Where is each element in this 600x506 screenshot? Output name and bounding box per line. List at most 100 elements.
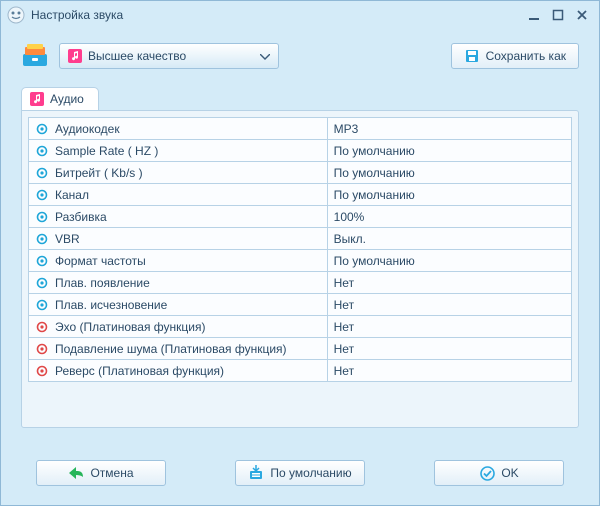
save-as-label: Сохранить как: [486, 49, 566, 63]
setting-value: Нет: [334, 364, 354, 378]
table-row: Плав. появление Нет: [29, 272, 572, 294]
setting-value: По умолчанию: [334, 254, 415, 268]
setting-value: Нет: [334, 320, 354, 334]
setting-value-cell[interactable]: Нет: [327, 338, 571, 360]
setting-label-cell: Формат частоты: [29, 250, 328, 272]
cancel-button[interactable]: Отмена: [36, 460, 166, 486]
echo-icon: [35, 320, 49, 334]
setting-value: По умолчанию: [334, 144, 415, 158]
setting-label: Канал: [55, 188, 89, 202]
maximize-button[interactable]: [547, 6, 569, 24]
settings-table: Аудиокодек MP3 Sample Rate ( HZ ) По умолча…: [28, 117, 572, 382]
window-title: Настройка звука: [31, 8, 521, 22]
fadein-icon: [35, 276, 49, 290]
setting-value-cell[interactable]: Нет: [327, 316, 571, 338]
setting-label-cell: Разбивка: [29, 206, 328, 228]
chevron-down-icon: [260, 47, 270, 65]
setting-label: Sample Rate ( HZ ): [55, 144, 158, 158]
setting-label: Плав. исчезновение: [55, 298, 167, 312]
tab-audio-label: Аудио: [50, 92, 84, 106]
channel-icon: [35, 188, 49, 202]
setting-value: MP3: [334, 122, 359, 136]
table-row: Битрейт ( Kb/s ) По умолчанию: [29, 162, 572, 184]
denoise-icon: [35, 342, 49, 356]
music-note-icon: [30, 92, 44, 106]
table-row: Формат частоты По умолчанию: [29, 250, 572, 272]
back-arrow-icon: [68, 465, 84, 481]
setting-label-cell: Эхо (Платиновая функция): [29, 316, 328, 338]
setting-label-cell: Канал: [29, 184, 328, 206]
setting-value: Выкл.: [334, 232, 366, 246]
codec-icon: [35, 122, 49, 136]
setting-value: Нет: [334, 342, 354, 356]
setting-value-cell[interactable]: По умолчанию: [327, 140, 571, 162]
close-button[interactable]: [571, 6, 593, 24]
setting-value-cell[interactable]: Нет: [327, 272, 571, 294]
table-row: Эхо (Платиновая функция) Нет: [29, 316, 572, 338]
table-row: Аудиокодек MP3: [29, 118, 572, 140]
cancel-label: Отмена: [90, 466, 133, 480]
default-label: По умолчанию: [270, 466, 351, 480]
table-row: Канал По умолчанию: [29, 184, 572, 206]
setting-value: Нет: [334, 276, 354, 290]
setting-label-cell: Аудиокодек: [29, 118, 328, 140]
setting-label: Аудиокодек: [55, 122, 120, 136]
reverse-icon: [35, 364, 49, 378]
table-row: VBR Выкл.: [29, 228, 572, 250]
table-row: Разбивка 100%: [29, 206, 572, 228]
default-button[interactable]: По умолчанию: [235, 460, 365, 486]
setting-value-cell[interactable]: MP3: [327, 118, 571, 140]
setting-value-cell[interactable]: Нет: [327, 360, 571, 382]
setting-label: VBR: [55, 232, 80, 246]
setting-label-cell: Реверс (Платиновая функция): [29, 360, 328, 382]
format-icon: [35, 254, 49, 268]
table-row: Sample Rate ( HZ ) По умолчанию: [29, 140, 572, 162]
setting-value-cell[interactable]: По умолчанию: [327, 250, 571, 272]
setting-label: Реверс (Платиновая функция): [55, 364, 224, 378]
quality-preset-label: Высшее качество: [88, 49, 186, 63]
setting-label: Разбивка: [55, 210, 107, 224]
setting-value-cell[interactable]: Нет: [327, 294, 571, 316]
setting-label: Формат частоты: [55, 254, 146, 268]
save-icon: [464, 48, 480, 64]
setting-label: Подавление шума (Платиновая функция): [55, 342, 287, 356]
setting-value: Нет: [334, 298, 354, 312]
setting-value-cell[interactable]: 100%: [327, 206, 571, 228]
setting-value-cell[interactable]: По умолчанию: [327, 184, 571, 206]
fadeout-icon: [35, 298, 49, 312]
rate-icon: [35, 144, 49, 158]
settings-panel: Аудиокодек MP3 Sample Rate ( HZ ) По умолча…: [21, 110, 579, 428]
setting-label-cell: Плав. исчезновение: [29, 294, 328, 316]
table-row: Реверс (Платиновая функция) Нет: [29, 360, 572, 382]
save-as-button[interactable]: Сохранить как: [451, 43, 579, 69]
setting-label: Эхо (Платиновая функция): [55, 320, 205, 334]
setting-value: 100%: [334, 210, 365, 224]
setting-label-cell: Плав. появление: [29, 272, 328, 294]
titlebar: Настройка звука: [1, 1, 599, 29]
volume-icon: [35, 210, 49, 224]
setting-label-cell: Sample Rate ( HZ ): [29, 140, 328, 162]
setting-value: По умолчанию: [334, 188, 415, 202]
ok-button[interactable]: OK: [434, 460, 564, 486]
setting-label-cell: Подавление шума (Платиновая функция): [29, 338, 328, 360]
setting-label-cell: Битрейт ( Kb/s ): [29, 162, 328, 184]
vbr-icon: [35, 232, 49, 246]
preset-drawer-icon: [21, 44, 49, 68]
bitrate-icon: [35, 166, 49, 180]
reset-icon: [248, 465, 264, 481]
music-note-icon: [68, 49, 82, 63]
app-icon: [7, 6, 25, 24]
setting-value-cell[interactable]: Выкл.: [327, 228, 571, 250]
setting-label-cell: VBR: [29, 228, 328, 250]
setting-label: Битрейт ( Kb/s ): [55, 166, 143, 180]
minimize-button[interactable]: [523, 6, 545, 24]
quality-preset-select[interactable]: Высшее качество: [59, 43, 279, 69]
tab-audio[interactable]: Аудио: [21, 87, 99, 110]
setting-value: По умолчанию: [334, 166, 415, 180]
ok-label: OK: [501, 466, 518, 480]
bottom-bar: Отмена По умолчанию OK: [0, 450, 600, 506]
setting-label: Плав. появление: [55, 276, 150, 290]
setting-value-cell[interactable]: По умолчанию: [327, 162, 571, 184]
check-circle-icon: [479, 465, 495, 481]
table-row: Плав. исчезновение Нет: [29, 294, 572, 316]
